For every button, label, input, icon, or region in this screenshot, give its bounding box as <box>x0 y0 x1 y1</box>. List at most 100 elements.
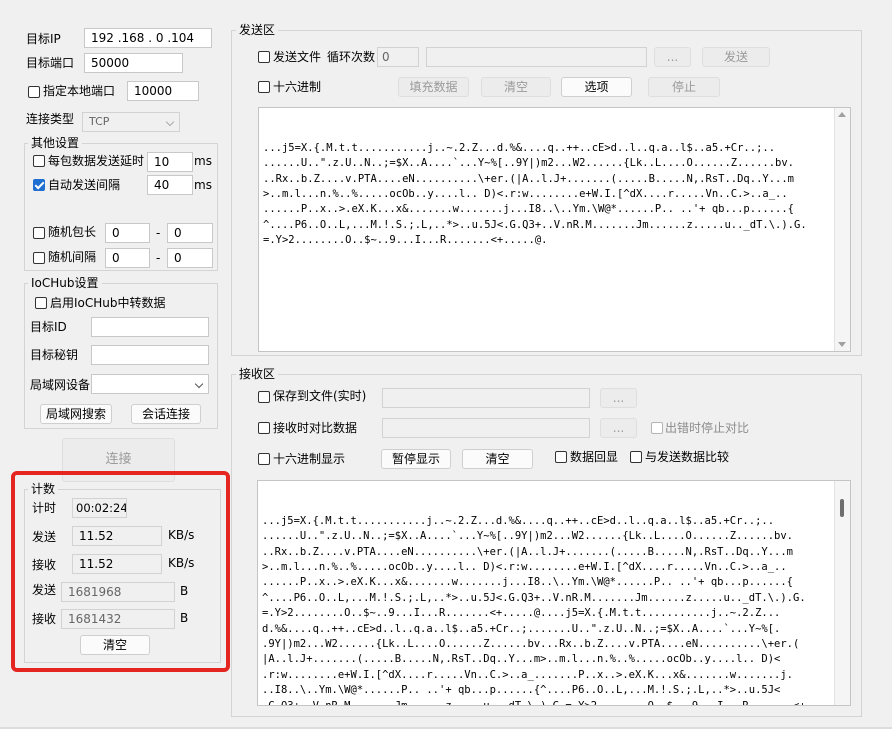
stop-button[interactable]: 停止 <box>648 77 720 97</box>
compare-sent-checkbox[interactable] <box>630 451 642 463</box>
local-port-checkbox[interactable] <box>28 86 40 98</box>
recv-bytes-label: 接收 <box>32 612 57 626</box>
delay-unit: ms <box>194 154 212 168</box>
recv-clear-button[interactable]: 清空 <box>462 449 533 469</box>
echo-checkbox[interactable] <box>555 451 567 463</box>
chevron-down-icon <box>165 117 175 127</box>
timer-value: 00:02:24 <box>72 498 127 518</box>
save-file-path[interactable] <box>382 388 590 408</box>
fill-data-button[interactable]: 填充数据 <box>398 77 469 97</box>
compare-checkbox[interactable] <box>258 422 270 434</box>
auto-send-checkbox[interactable] <box>33 179 45 191</box>
compare-browse-button[interactable]: ... <box>600 418 637 438</box>
random-length-from[interactable]: 0 <box>105 223 150 243</box>
loop-count-input[interactable]: 0 <box>377 47 419 67</box>
send-file-path[interactable] <box>426 47 647 67</box>
send-rate-unit: KB/s <box>168 528 195 542</box>
lan-device-select[interactable] <box>91 374 209 394</box>
echo-label: 数据回显 <box>570 450 619 464</box>
send-bytes-value: 1681968 <box>61 582 175 602</box>
send-file-checkbox[interactable] <box>258 51 270 63</box>
auto-send-input[interactable]: 40 <box>147 175 193 195</box>
recv-bytes-unit: B <box>180 611 189 625</box>
send-hex-checkbox[interactable] <box>258 81 270 93</box>
recv-rate-label: 接收 <box>32 558 57 572</box>
recv-scrollbar-thumb[interactable] <box>840 499 844 517</box>
local-port-input[interactable]: 10000 <box>127 81 199 101</box>
auto-send-label: 自动发送间隔 <box>48 178 121 192</box>
delay-label: 每包数据发送延时 <box>48 154 145 168</box>
target-port-input[interactable]: 50000 <box>84 53 183 73</box>
conn-type-select[interactable]: TCP <box>82 112 180 132</box>
recv-hex-checkbox[interactable] <box>258 453 270 465</box>
target-id-label: 目标ID <box>30 320 67 334</box>
delay-checkbox[interactable] <box>33 155 45 167</box>
recv-scrollbar[interactable] <box>834 481 850 705</box>
lan-device-label: 局域网设备 <box>30 378 91 392</box>
stats-clear-button[interactable]: 清空 <box>80 635 150 655</box>
save-file-label: 保存到文件(实时) <box>273 389 367 403</box>
send-bytes-label: 发送 <box>32 583 57 597</box>
compare-file-path[interactable] <box>382 418 590 438</box>
pause-display-button[interactable]: 暂停显示 <box>381 449 451 469</box>
send-rate-label: 发送 <box>32 530 57 544</box>
target-port-label: 目标端口 <box>26 56 75 70</box>
stats-title: 计数 <box>28 482 59 496</box>
save-file-browse-button[interactable]: ... <box>600 388 637 408</box>
random-length-to[interactable]: 0 <box>167 223 213 243</box>
options-button[interactable]: 选项 <box>561 77 632 97</box>
delay-input[interactable]: 10 <box>147 152 193 172</box>
auto-send-unit: ms <box>194 178 212 192</box>
iochub-title: IoCHub设置 <box>28 276 102 290</box>
random-interval-to[interactable]: 0 <box>167 248 213 268</box>
target-ip-input[interactable]: 192 .168 . 0 .104 <box>84 28 212 48</box>
send-file-button[interactable]: 发送 <box>702 47 770 67</box>
random-interval-checkbox[interactable] <box>33 252 45 264</box>
local-port-label: 指定本地端口 <box>43 84 116 98</box>
save-file-checkbox[interactable] <box>258 391 270 403</box>
scroll-up-icon[interactable] <box>838 112 846 117</box>
send-hex-label: 十六进制 <box>273 80 322 94</box>
stop-on-error-label: 出错时停止对比 <box>665 421 750 435</box>
send-clear-button[interactable]: 清空 <box>481 77 551 97</box>
recv-data-content: ...j5=X.{.M.t.t...........j..~.2.Z...d.%… <box>262 514 812 706</box>
send-area-title: 发送区 <box>236 23 279 37</box>
recv-rate-value: 11.52 <box>72 554 162 574</box>
send-data-content: ...j5=X.{.M.t.t...........j..~.2.Z...d.%… <box>263 141 807 247</box>
target-ip-label: 目标IP <box>26 32 61 46</box>
send-data-textarea[interactable]: ...j5=X.{.M.t.t...........j..~.2.Z...d.%… <box>258 107 851 352</box>
send-file-browse-button[interactable]: ... <box>654 47 691 67</box>
target-secret-label: 目标秘钥 <box>30 348 79 362</box>
recv-hex-label: 十六进制显示 <box>273 452 346 466</box>
send-bytes-unit: B <box>180 584 189 598</box>
send-scrollbar[interactable] <box>834 108 850 351</box>
random-interval-from[interactable]: 0 <box>105 248 150 268</box>
random-length-label: 随机包长 <box>48 225 97 239</box>
compare-sent-label: 与发送数据比较 <box>645 450 730 464</box>
lan-search-button[interactable]: 局域网搜索 <box>40 404 112 424</box>
conn-type-label: 连接类型 <box>26 112 75 126</box>
scroll-down-icon[interactable] <box>838 342 846 347</box>
random-length-dash: - <box>156 226 161 240</box>
send-file-label: 发送文件 <box>273 50 322 64</box>
recv-area-title: 接收区 <box>236 367 279 381</box>
random-interval-dash: - <box>156 251 161 265</box>
iochub-enable-label: 启用IoCHub中转数据 <box>50 296 166 310</box>
random-length-checkbox[interactable] <box>33 227 45 239</box>
recv-rate-unit: KB/s <box>168 556 195 570</box>
timer-label: 计时 <box>32 501 57 515</box>
loop-count-label: 循环次数 <box>327 50 376 64</box>
compare-label: 接收时对比数据 <box>273 421 358 435</box>
recv-bytes-value: 1681432 <box>61 609 175 629</box>
conn-type-value: TCP <box>89 115 110 128</box>
random-interval-label: 随机间隔 <box>48 250 97 264</box>
stop-on-error-checkbox[interactable] <box>651 422 663 434</box>
send-rate-value: 11.52 <box>72 526 162 546</box>
session-connect-button[interactable]: 会话连接 <box>131 404 201 424</box>
target-id-input[interactable] <box>91 317 209 337</box>
recv-data-textarea[interactable]: ...j5=X.{.M.t.t...........j..~.2.Z...d.%… <box>257 480 851 706</box>
other-settings-title: 其他设置 <box>28 136 83 150</box>
iochub-enable-checkbox[interactable] <box>35 297 47 309</box>
chevron-down-icon <box>194 379 204 389</box>
target-secret-input[interactable] <box>91 345 209 365</box>
